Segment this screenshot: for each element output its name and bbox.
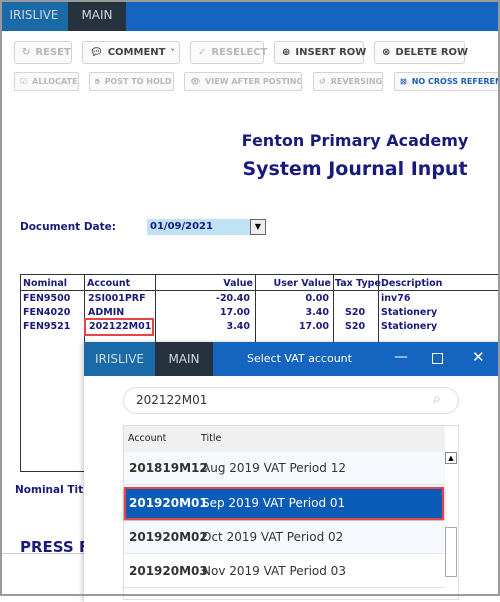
refresh-icon: ↻ xyxy=(22,47,31,58)
dialog-titlebar: IRISLIVE MAIN Select VAT account — ✕ xyxy=(84,342,500,376)
description-cell: inv76 xyxy=(381,293,411,304)
search-input[interactable]: 202122M01 xyxy=(123,387,459,414)
nominal-cell: FEN9500 xyxy=(23,293,71,304)
account-title: Sep 2019 VAT Period 01 xyxy=(202,496,346,510)
hand-icon: ✋︎ xyxy=(95,76,100,86)
description-cell: Stationery xyxy=(381,307,438,318)
document-date-label: Document Date: xyxy=(20,221,116,233)
account-cell: ADMIN xyxy=(88,307,125,318)
scrollbar-thumb[interactable] xyxy=(445,527,457,577)
search-icon[interactable]: ⌕ xyxy=(433,391,441,407)
user-value-cell: 17.00 xyxy=(298,321,329,332)
x-circle-icon: ⊗ xyxy=(382,47,391,58)
dialog-tab-main[interactable]: MAIN xyxy=(155,342,213,376)
organisation-name: Fenton Primary Academy xyxy=(241,131,469,150)
comment-button[interactable]: 💬︎ COMMENT ˅ xyxy=(82,41,180,64)
delete-row-button[interactable]: ⊗ DELETE ROW xyxy=(374,41,468,64)
nominal-title-label: Nominal Titl xyxy=(15,484,87,496)
dialog-title: Select VAT account xyxy=(247,352,352,365)
post-to-hold-button[interactable]: ✋︎ POST TO HOLD xyxy=(89,72,174,91)
user-value-cell: 0.00 xyxy=(305,293,329,304)
list-item[interactable]: 201920M02 Oct 2019 VAT Period 02 xyxy=(124,521,445,554)
list-item-selected[interactable]: 201920M01 Sep 2019 VAT Period 01 xyxy=(124,487,444,520)
col-description: Description xyxy=(381,278,443,289)
date-dropdown-button[interactable]: ▼ xyxy=(250,219,266,235)
view-after-posting-button[interactable]: 👁︎ VIEW AFTER POSTING xyxy=(184,72,302,91)
list-header: Account Title xyxy=(124,426,445,452)
x-box-icon: ⊠ xyxy=(400,77,407,86)
nominal-cell: FEN9521 xyxy=(23,321,71,332)
col-title: Title xyxy=(201,433,222,444)
list-item[interactable]: 201819M12 Aug 2019 VAT Period 12 xyxy=(124,452,445,485)
list-item[interactable]: 201920M03 Nov 2019 VAT Period 03 xyxy=(124,555,445,588)
plus-circle-icon: ⊕ xyxy=(282,47,291,58)
col-user-value: User Value xyxy=(273,278,331,289)
allocate-button[interactable]: ☑ ALLOCATE xyxy=(14,72,79,91)
double-check-icon: ✓ xyxy=(198,47,207,58)
tax-type-cell: S20 xyxy=(345,321,366,332)
user-value-cell: 3.40 xyxy=(305,307,329,318)
document-date-input[interactable]: 01/09/2021 xyxy=(147,219,250,235)
page-title: System Journal Input xyxy=(242,158,468,180)
minimize-icon[interactable]: — xyxy=(394,349,408,365)
scroll-up-button[interactable]: ▲ xyxy=(445,452,457,464)
account-code: 201920M01 xyxy=(129,496,208,510)
col-account: Account xyxy=(128,433,167,444)
dialog-tab-irislive[interactable]: IRISLIVE xyxy=(84,342,155,376)
reselect-button[interactable]: ✓ RESELECT xyxy=(190,41,267,64)
account-cell-highlighted[interactable]: 202122M01 xyxy=(84,318,154,336)
top-bar: IRISLIVE MAIN xyxy=(0,0,500,31)
col-value: Value xyxy=(223,278,253,289)
description-cell: Stationery xyxy=(381,321,438,332)
insert-row-button[interactable]: ⊕ INSERT ROW xyxy=(274,41,366,64)
col-tax-type: Tax Type xyxy=(335,278,381,289)
value-cell: 17.00 xyxy=(219,307,250,318)
reversing-button[interactable]: ↺ REVERSING xyxy=(313,72,383,91)
col-nominal: Nominal xyxy=(23,278,68,289)
checkbox-icon: ☑ xyxy=(20,77,28,86)
tax-type-cell: S20 xyxy=(345,307,366,318)
reset-button[interactable]: ↻ RESET xyxy=(14,41,72,64)
maximize-icon[interactable] xyxy=(432,353,443,364)
comment-icon: 💬︎ xyxy=(90,47,103,58)
account-code: 201920M03 xyxy=(129,564,208,578)
chevron-down-icon: ˅ xyxy=(170,48,175,57)
tab-irislive[interactable]: IRISLIVE xyxy=(0,0,68,31)
undo-icon: ↺ xyxy=(319,77,326,86)
account-code: 201920M02 xyxy=(129,530,208,544)
no-cross-reference-button[interactable]: ⊠NO CROSS REFERENCE xyxy=(394,72,500,91)
close-icon[interactable]: ✕ xyxy=(472,348,485,366)
col-account: Account xyxy=(87,278,131,289)
account-title: Nov 2019 VAT Period 03 xyxy=(202,564,346,578)
eye-icon: 👁︎ xyxy=(190,77,201,86)
tab-main[interactable]: MAIN xyxy=(68,0,126,31)
value-cell: 3.40 xyxy=(226,321,250,332)
account-title: Oct 2019 VAT Period 02 xyxy=(202,530,344,544)
value-cell: -20.40 xyxy=(216,293,250,304)
account-code: 201819M12 xyxy=(129,461,208,475)
account-cell: 2SI001PRF xyxy=(88,293,146,304)
account-title: Aug 2019 VAT Period 12 xyxy=(202,461,346,475)
nominal-cell: FEN4020 xyxy=(23,307,71,318)
